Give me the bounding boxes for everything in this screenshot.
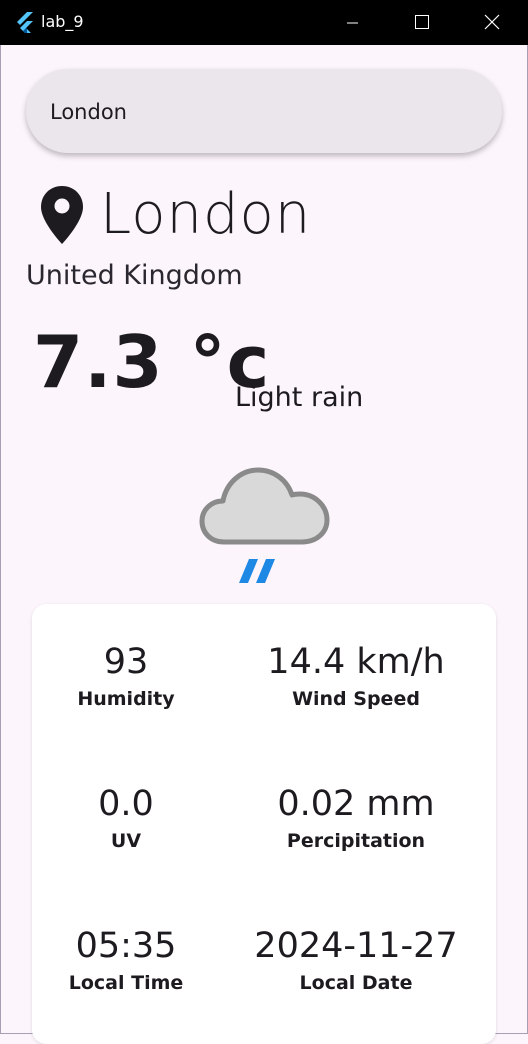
wind-value: 14.4 km/h [267, 642, 445, 682]
humidity-value: 93 [103, 642, 149, 682]
local-time-value: 05:35 [75, 926, 177, 966]
search-input[interactable] [50, 97, 470, 127]
uv-label: UV [110, 830, 142, 852]
close-button[interactable] [456, 0, 526, 45]
wind-stat: 14.4 km/h Wind Speed [238, 642, 474, 710]
precipitation-label: Percipitation [286, 830, 426, 852]
flutter-logo-icon [17, 12, 33, 33]
uv-value: 0.0 [98, 784, 154, 824]
maximize-button[interactable] [386, 0, 456, 45]
precipitation-value: 0.02 mm [277, 784, 435, 824]
precipitation-stat: 0.02 mm Percipitation [238, 784, 474, 852]
local-date-label: Local Date [299, 972, 413, 994]
weather-condition: Light rain [235, 382, 364, 413]
country-name: United Kingdom [26, 260, 243, 291]
local-date-value: 2024-11-27 [254, 926, 458, 966]
local-time-label: Local Time [68, 972, 184, 994]
rain-cloud-icon [199, 467, 330, 583]
minimize-button[interactable] [317, 0, 387, 45]
humidity-label: Humidity [77, 688, 175, 710]
uv-stat: 0.0 UV [52, 784, 200, 852]
maximize-icon [415, 15, 429, 29]
wind-label: Wind Speed [292, 688, 420, 710]
window-title: lab_9 [41, 12, 84, 31]
local-date-stat: 2024-11-27 Local Date [238, 926, 474, 994]
close-icon [484, 14, 500, 30]
window-titlebar: lab_9 [0, 0, 528, 45]
local-time-stat: 05:35 Local Time [52, 926, 200, 994]
city-name: London [100, 182, 312, 247]
search-bar[interactable] [26, 69, 502, 153]
minimize-icon [347, 22, 358, 24]
humidity-stat: 93 Humidity [52, 642, 200, 710]
location-pin-icon [41, 186, 83, 244]
weather-stats-card: 93 Humidity 14.4 km/h Wind Speed 0.0 UV … [32, 604, 496, 1044]
